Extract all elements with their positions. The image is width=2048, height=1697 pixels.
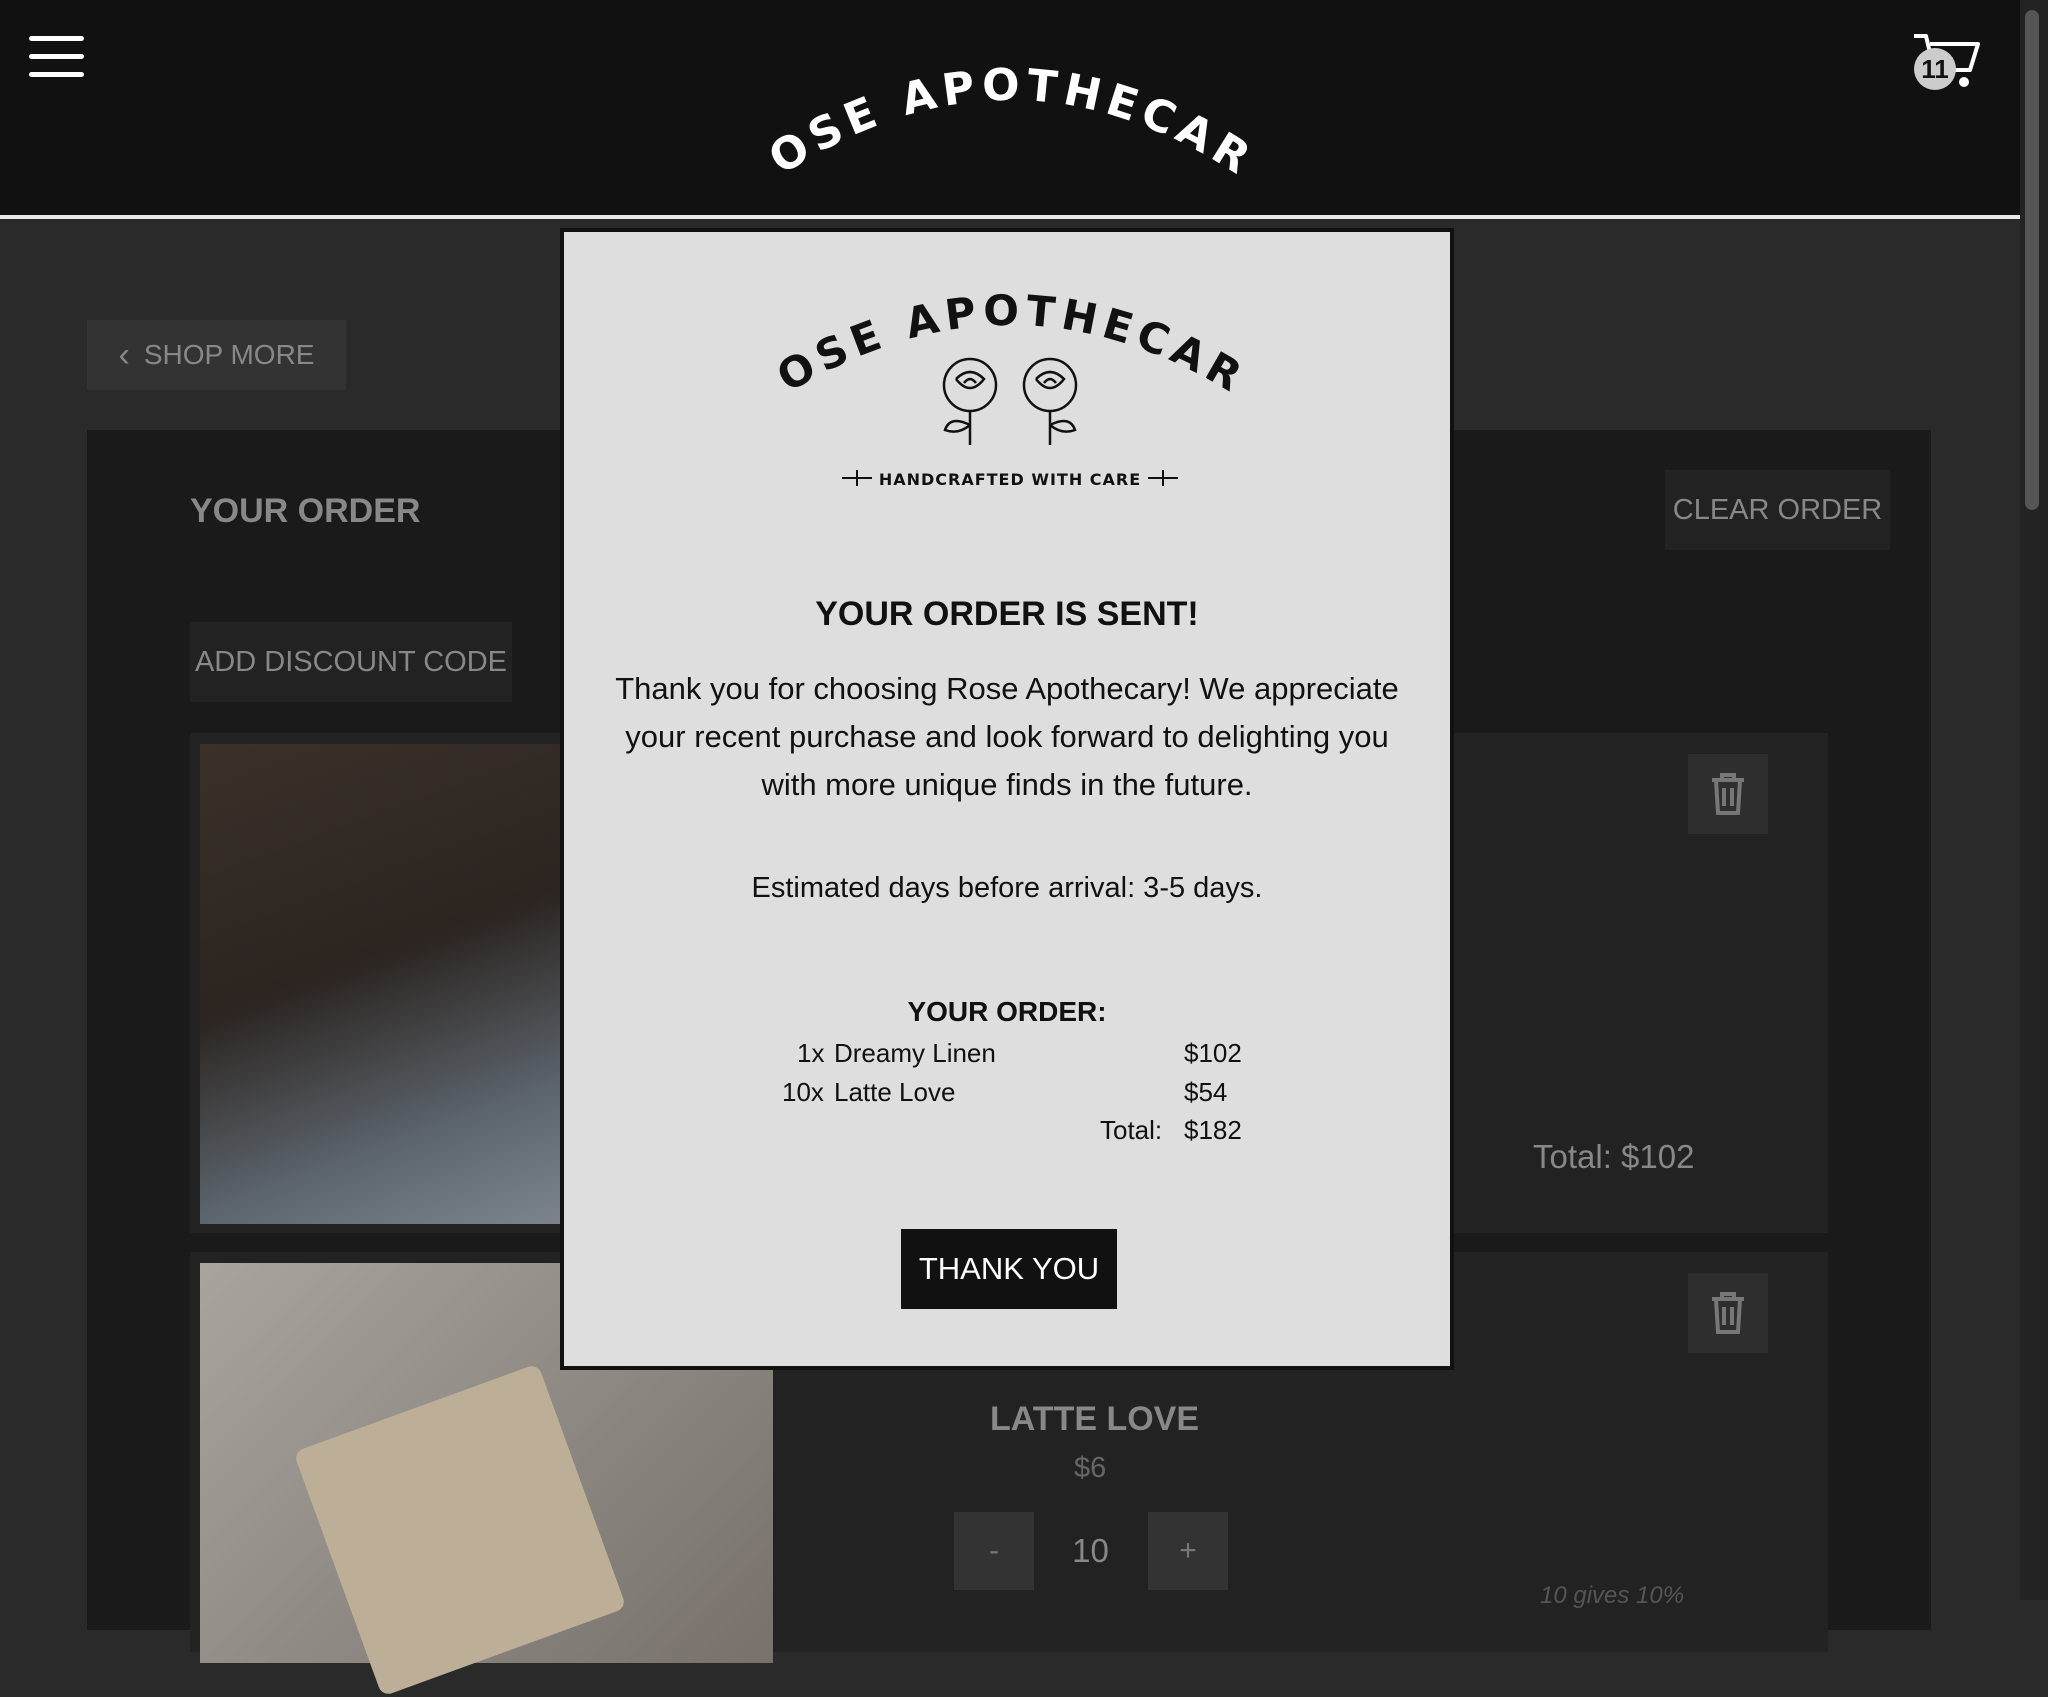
rose-icon — [942, 357, 1078, 445]
svg-text:ROSE APOTHECARY: ROSE APOTHECARY — [760, 40, 1260, 180]
summary-price: $54 — [1184, 1077, 1228, 1107]
shop-more-button[interactable]: ‹ SHOP MORE — [87, 320, 346, 390]
modal-title: YOUR ORDER IS SENT! — [815, 595, 1199, 633]
modal-brand-text: ROSE APOTHECARY — [760, 275, 1247, 402]
thank-you-button[interactable]: THANK YOU — [901, 1229, 1117, 1309]
clear-order-button[interactable]: CLEAR ORDER — [1665, 470, 1890, 550]
trash-icon[interactable] — [1688, 1273, 1768, 1353]
svg-text:ROSE APOTHECARY: ROSE APOTHECARY — [760, 275, 1253, 402]
brand-logo-header[interactable]: ROSE APOTHECARY — [760, 40, 1260, 180]
chevron-left-icon: ‹ — [118, 335, 130, 374]
trash-icon[interactable] — [1688, 754, 1768, 834]
summary-name: Latte Love — [834, 1077, 956, 1107]
quantity-value: 10 — [1072, 1532, 1109, 1569]
summary-title: YOUR ORDER: — [907, 996, 1107, 1027]
modal-tagline: HANDCRAFTED WITH CARE — [879, 470, 1141, 489]
modal-brand-logo: ROSE APOTHECARY HANDCRAFTED WITH CARE — [760, 275, 1253, 489]
discount-note: 10 gives 10% — [1540, 1582, 1685, 1609]
menu-icon[interactable] — [29, 36, 84, 77]
cart-count-badge: 11 — [1914, 48, 1956, 90]
brand-logo-text: ROSE APOTHECARY — [760, 40, 1256, 180]
add-discount-button[interactable]: ADD DISCOUNT CODE — [190, 622, 512, 702]
decrease-quantity-button[interactable]: - — [954, 1512, 1034, 1590]
order-title: YOUR ORDER — [190, 492, 421, 530]
summary-name: Dreamy Linen — [834, 1038, 996, 1068]
scrollbar-thumb[interactable] — [2025, 10, 2039, 510]
summary-qty: 1x — [797, 1038, 825, 1068]
delivery-estimate: Estimated days before arrival: 3-5 days. — [751, 872, 1263, 904]
item-price: $6 — [1074, 1452, 1107, 1484]
increase-quantity-button[interactable]: + — [1148, 1512, 1228, 1590]
modal-message: Thank you for choosing Rose Apothecary! … — [615, 671, 1399, 802]
item-name: LATTE LOVE — [990, 1400, 1200, 1438]
summary-total-value: $182 — [1184, 1115, 1242, 1145]
shop-more-label: SHOP MORE — [143, 339, 315, 370]
item-total: Total: $102 — [1533, 1138, 1695, 1175]
summary-qty: 10x — [782, 1077, 824, 1107]
summary-price: $102 — [1184, 1038, 1242, 1068]
summary-total-label: Total: — [1100, 1115, 1163, 1145]
header-divider — [0, 215, 2020, 219]
